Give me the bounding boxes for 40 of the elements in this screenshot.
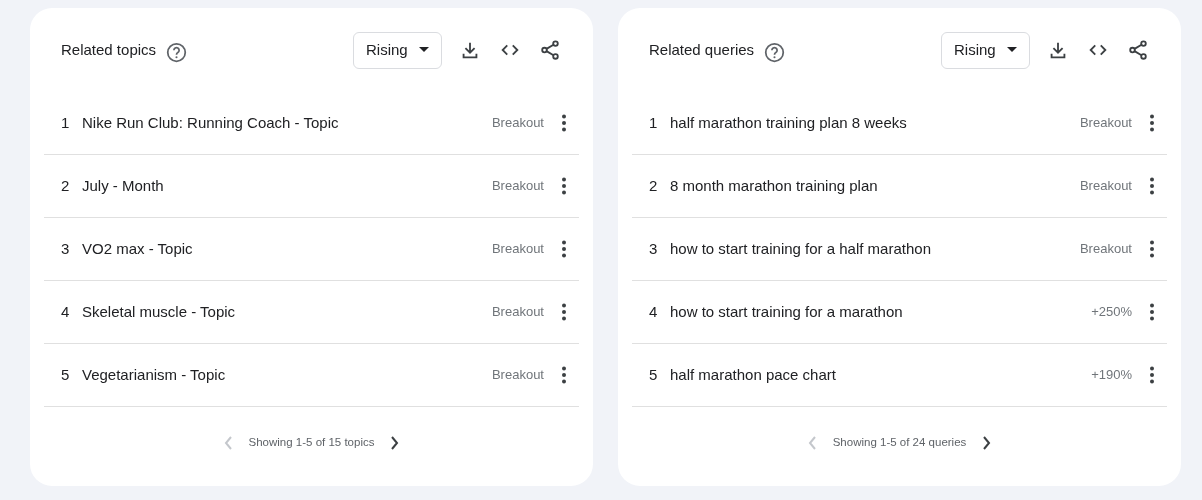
row-value: Breakout <box>491 177 544 196</box>
row-label[interactable]: July - Month <box>82 174 492 198</box>
row-value: Breakout <box>491 240 544 259</box>
panel-title: Related topics <box>61 39 157 60</box>
row-value: Breakout <box>1079 240 1132 259</box>
pagination-text: Showing 1-5 of 15 topics <box>248 435 375 451</box>
row-label[interactable]: 8 month marathon training plan <box>670 174 1080 198</box>
row-value: Breakout <box>491 114 544 133</box>
sort-dropdown[interactable]: Rising <box>941 31 1030 69</box>
rank-number: 2 <box>649 175 659 196</box>
row-label[interactable]: Nike Run Club: Running Coach - Topic <box>82 111 492 135</box>
row-label[interactable]: how to start training for a half marathon <box>670 237 1080 261</box>
row-value: +190% <box>1091 366 1132 385</box>
rank-number: 4 <box>649 301 659 322</box>
rank-number: 1 <box>61 112 71 133</box>
row-label[interactable]: VO2 max - Topic <box>82 237 492 261</box>
row-label[interactable]: Vegetarianism - Topic <box>82 363 492 387</box>
caret-icon <box>1007 47 1017 53</box>
row-label[interactable]: half marathon training plan 8 weeks <box>670 111 1080 135</box>
row-label[interactable]: how to start training for a marathon <box>670 300 1092 324</box>
row-value: Breakout <box>491 366 544 385</box>
rank-number: 3 <box>649 238 659 259</box>
row-value: Breakout <box>1079 114 1132 133</box>
share-icon[interactable] <box>538 38 562 62</box>
panel-title: Related queries <box>649 39 755 60</box>
caret-icon <box>419 47 429 53</box>
row-label[interactable]: Skeletal muscle - Topic <box>82 300 492 324</box>
rank-number: 5 <box>61 364 71 385</box>
rank-number: 1 <box>649 112 659 133</box>
rank-number: 3 <box>61 238 71 259</box>
row-label[interactable]: half marathon pace chart <box>670 363 1092 387</box>
pagination-text: Showing 1-5 of 24 queries <box>832 435 967 451</box>
rank-number: 2 <box>61 175 71 196</box>
rank-number: 5 <box>649 364 659 385</box>
row-value: Breakout <box>491 303 544 322</box>
row-value: Breakout <box>1079 177 1132 196</box>
row-value: +250% <box>1091 303 1132 322</box>
sort-dropdown[interactable]: Rising <box>353 31 442 69</box>
share-icon[interactable] <box>1126 38 1150 62</box>
rank-number: 4 <box>61 301 71 322</box>
